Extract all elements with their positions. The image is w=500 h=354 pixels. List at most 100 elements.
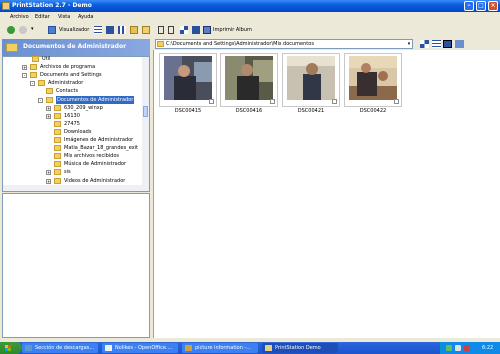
preview-pane (2, 193, 150, 338)
tree-item-label: Util (42, 56, 51, 62)
windows-logo-icon (5, 345, 11, 351)
folder-icon (54, 169, 61, 176)
large-view-icon[interactable] (455, 40, 464, 48)
folder-icon (54, 104, 61, 111)
address-dropdown-icon[interactable]: ▾ (406, 40, 412, 48)
folder-icon (54, 161, 61, 168)
close-button[interactable]: × (488, 1, 498, 11)
task-label: Sección de descargas... (35, 345, 95, 351)
select-checkbox[interactable] (270, 99, 275, 104)
thumbnail-label: DSC00416 (235, 108, 263, 114)
forward-icon[interactable] (19, 26, 27, 34)
folder-icon (54, 112, 61, 119)
clock: 6:22 (482, 345, 494, 351)
tree-horizontal-scrollbar[interactable] (3, 185, 142, 191)
thumbnail-label: DSC00422 (359, 108, 387, 114)
print-album-button[interactable]: Imprimir Album (213, 26, 252, 35)
tree-item-label: 630_209_winxp (64, 104, 103, 111)
folder-icon (32, 56, 39, 62)
viewer-button[interactable]: Visualizador (59, 26, 89, 35)
columns-icon[interactable] (118, 26, 126, 34)
folder-icon (46, 88, 53, 95)
picture-icon (185, 345, 192, 351)
back-icon[interactable] (7, 26, 15, 34)
tree-item-label: Música de Administrador (64, 161, 127, 168)
address-folder-icon (157, 41, 164, 47)
dropdown-arrow-icon[interactable]: ▾ (31, 26, 36, 34)
list-icon[interactable] (94, 26, 102, 34)
folder-icon (54, 120, 61, 127)
folder-icon (46, 96, 53, 103)
list-view-icon[interactable] (432, 40, 441, 48)
folder-icon (54, 128, 61, 135)
expand-icon[interactable]: + (46, 178, 51, 184)
select-checkbox[interactable] (209, 99, 214, 104)
task-button[interactable]: Nolikes - OpenOffice.... (102, 343, 178, 353)
folder-icon (30, 72, 37, 79)
collapse-icon[interactable]: - (38, 97, 43, 103)
task-button[interactable]: Sección de descargas... (22, 343, 98, 353)
photo-thumbnail[interactable] (349, 56, 397, 100)
select-checkbox[interactable] (332, 99, 337, 104)
menu-ayuda[interactable]: Ayuda (78, 12, 93, 23)
folder-icon[interactable] (142, 26, 150, 34)
tree-item-label: 27475 (64, 120, 80, 127)
viewer-icon[interactable] (48, 26, 56, 34)
photo-thumbnail[interactable] (164, 56, 212, 100)
start-button[interactable] (0, 342, 22, 354)
printstation-icon (265, 345, 272, 351)
tree-item-label: 16130 (64, 112, 80, 119)
expand-icon[interactable]: + (22, 65, 27, 71)
collapse-icon[interactable]: - (30, 81, 35, 87)
expand-icon[interactable]: + (46, 105, 51, 111)
address-path[interactable]: C:\Documents and Settings\Administrador\… (166, 39, 314, 49)
page-two-icon[interactable] (168, 26, 174, 34)
select-checkbox[interactable] (394, 99, 399, 104)
thumbnail-card[interactable] (282, 53, 340, 107)
thumbnails-icon[interactable] (192, 26, 200, 34)
menu-archivo[interactable]: Archivo (10, 12, 29, 23)
folder-icon (54, 137, 61, 143)
tree-item-label: sis (64, 169, 71, 176)
task-button-active[interactable]: PrintStation Demo (262, 343, 338, 353)
task-button[interactable]: picture information -... (182, 343, 258, 353)
layout-icon[interactable] (106, 26, 114, 34)
collapse-icon[interactable]: - (22, 73, 27, 79)
open-folder-icon[interactable] (130, 26, 138, 34)
app-icon (2, 2, 10, 10)
thumbnail-view-icon[interactable] (443, 40, 452, 48)
security-icon[interactable] (464, 345, 470, 351)
thumbnail-card[interactable] (344, 53, 402, 107)
tree-item-label: Contacts (56, 88, 79, 95)
folder-icon (30, 64, 37, 71)
menu-vista[interactable]: Vista (58, 12, 70, 23)
menu-editar[interactable]: Editar (35, 12, 50, 23)
thumbnail-card[interactable] (220, 53, 278, 107)
page-icon[interactable] (158, 26, 164, 34)
volume-icon[interactable] (455, 345, 461, 351)
tree-item-label: Downloads (64, 128, 92, 135)
tree-item-label: Administrador (48, 80, 84, 87)
grid-icon[interactable] (180, 26, 188, 34)
photo-thumbnail[interactable] (287, 56, 335, 100)
document-icon (105, 345, 112, 351)
minimize-button[interactable]: – (464, 1, 474, 11)
folder-icon (54, 177, 61, 184)
task-label: PrintStation Demo (275, 345, 321, 351)
tree-item-label: Matia_Bazar_18_grandes_exit (64, 145, 139, 152)
expand-icon[interactable]: + (46, 170, 51, 176)
maximize-button[interactable]: □ (476, 1, 486, 11)
tree-vertical-scrollbar[interactable] (142, 57, 149, 191)
thumbnail-card[interactable] (159, 53, 217, 107)
network-icon[interactable] (446, 345, 452, 351)
task-label: Nolikes - OpenOffice.... (115, 345, 173, 351)
expand-icon[interactable]: + (46, 113, 51, 119)
tree-item-label: Imágenes de Administrador (64, 137, 134, 143)
photo-thumbnail[interactable] (225, 56, 273, 100)
folder-icon (38, 80, 45, 87)
small-icons-view-icon[interactable] (420, 40, 429, 48)
folder-icon (54, 153, 61, 160)
printer-icon[interactable] (203, 26, 211, 34)
tree-item-label: Archivos de programa (40, 64, 96, 71)
tree-scroll-thumb[interactable] (143, 106, 148, 117)
